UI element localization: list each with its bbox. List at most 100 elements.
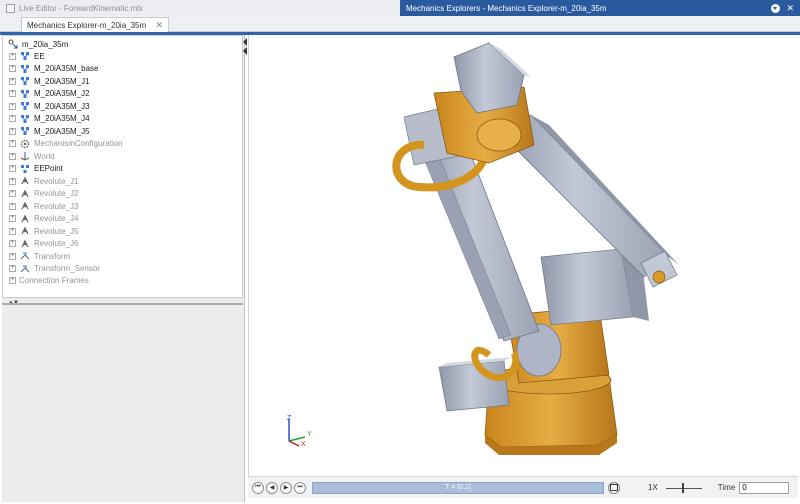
tab-strip: Mechanics Explorer-m_20ia_35m ✕ [0,16,800,32]
tree-item[interactable]: + Transform [9,250,70,262]
speed-slider-thumb[interactable] [681,482,684,493]
joint-icon [19,201,31,211]
tree-item[interactable]: + Revolute_J4 [9,213,78,225]
tab-close-icon[interactable]: ✕ [155,20,163,31]
expand-icon[interactable]: + [9,90,16,97]
step-back-button[interactable]: ◀ [266,481,278,494]
tab-label: Mechanics Explorer-m_20ia_35m [27,20,147,30]
skip-back-button[interactable]: ⏮ [252,481,264,494]
speed-slider[interactable] [665,482,702,494]
tree-item-label: EE [34,51,45,61]
robot-model[interactable] [249,35,799,476]
expand-icon[interactable]: + [9,252,16,260]
tree-item-label: Connection Frames [19,275,89,285]
timeline-slider[interactable]: T = [0,1] [312,481,604,494]
panel-splitter[interactable] [2,303,243,305]
time-label: Time [717,483,736,492]
tree-item[interactable]: + Revolute_J1 [9,175,78,187]
tree-item[interactable]: + Revolute_J5 [9,225,78,237]
expand-icon[interactable]: + [9,165,16,172]
speed-label: 1X [648,483,658,492]
frame-icon [19,126,31,136]
skip-forward-button[interactable]: ⏭ [294,481,306,494]
playback-bar: ⏮ ◀ ▶ ⏭ T = [0,1] 1X Time [248,476,798,498]
world-icon [19,151,31,161]
expand-icon[interactable]: + [9,102,16,110]
tree-item[interactable]: + M_20iA35M_J1 [9,75,90,87]
record-video-button[interactable] [608,481,620,494]
tree-item-label: Revolute_J4 [34,214,79,223]
tree-item[interactable]: + Revolute_J3 [9,200,78,212]
mechanics-explorer-title: Mechanics Explorers - Mechanics Explorer… [400,0,800,16]
live-editor-title[interactable]: Live Editor - ForwardKinematic.mlx [0,0,400,16]
timeline-label: T = [0,1] [445,484,471,491]
app-icon [6,3,15,13]
tree-item-label: Revolute_J3 [34,201,79,211]
tree-item[interactable]: + M_20iA35M_J5 [9,125,90,137]
live-editor-title-text: Live Editor - ForwardKinematic.mlx [19,3,144,13]
tree-item-label: Revolute_J2 [34,189,79,198]
expand-icon[interactable]: + [9,77,16,85]
model-tree[interactable]: m_20ia_35m + EE + M_20iA35M_base + M_20iA35M_… [2,35,243,298]
menu-dropdown-icon[interactable] [771,3,781,13]
frame-icon [19,64,31,74]
expand-icon[interactable]: + [9,115,16,122]
expand-icon[interactable]: + [9,65,16,72]
point-icon [19,164,31,174]
3d-viewport[interactable]: Z Y X [248,35,798,476]
expand-icon[interactable]: + [9,202,16,210]
expand-icon[interactable]: + [9,140,16,147]
joint-icon [19,189,31,199]
expand-icon[interactable]: + [9,52,16,60]
axis-z-label: Z [287,415,292,422]
tree-item[interactable]: + M_20iA35M_base [9,63,98,75]
tree-item-label: M_20iA35M_J2 [34,89,90,98]
axis-x-label: X [301,441,306,448]
frame-icon [19,114,31,124]
left-panel: m_20ia_35m + EE + M_20iA35M_base + M_20iA35M_… [2,35,247,502]
speed-slider-track [665,487,702,489]
play-button[interactable]: ▶ [280,481,292,494]
expand-icon[interactable]: + [9,227,16,235]
tree-item[interactable]: + Transform_Sensor [9,263,100,275]
tree-item[interactable]: + Revolute_J6 [9,238,78,250]
tree-item-label: MechanismConfiguration [34,139,123,148]
time-input[interactable] [739,481,790,494]
tree-item[interactable]: + EE [9,50,45,62]
tab-mechanics-explorer[interactable]: Mechanics Explorer-m_20ia_35m ✕ [21,17,169,32]
tree-root-label: m_20ia_35m [22,39,69,49]
expand-icon[interactable]: + [9,177,16,185]
expand-icon[interactable]: + [9,265,16,272]
tree-item[interactable]: + M_20iA35M_J2 [9,88,90,100]
expand-icon[interactable]: + [9,127,16,135]
frame-icon [19,76,31,86]
axis-y-label: Y [307,431,312,438]
collapse-left-icon[interactable] [243,38,247,46]
tree-item-connection-frames[interactable]: + Connection Frames [9,274,89,286]
tree-item[interactable]: + M_20iA35M_J3 [9,100,90,112]
tree-item-label: Transform [34,251,71,261]
tree-item-label: Revolute_J1 [34,176,79,186]
expand-icon[interactable]: + [9,215,16,222]
frame-icon [19,51,31,61]
frame-icon [19,89,31,99]
tree-item-label: Transform_Sensor [34,264,100,273]
collapse-left-icon-2[interactable] [243,47,247,55]
expand-icon[interactable]: + [9,276,16,284]
joint-icon [19,239,31,249]
expand-icon[interactable]: + [9,240,16,247]
tree-item[interactable]: + Revolute_J2 [9,188,78,200]
title-bar: Live Editor - ForwardKinematic.mlx Mecha… [0,0,800,16]
expand-icon[interactable]: + [9,152,16,160]
expand-icon[interactable]: + [9,190,16,197]
tree-item[interactable]: + MechanismConfiguration [9,138,123,150]
tree-root[interactable]: m_20ia_35m [7,38,68,50]
model-icon [7,39,19,49]
joint-icon [19,214,31,224]
tree-item[interactable]: + World [9,150,55,162]
tree-item-label: M_20iA35M_J5 [34,126,90,136]
tree-item[interactable]: + EEPoint [9,163,63,175]
transform-icon [19,251,31,261]
tree-item[interactable]: + M_20iA35M_J4 [9,113,90,125]
close-window-icon[interactable]: ✕ [786,3,794,13]
